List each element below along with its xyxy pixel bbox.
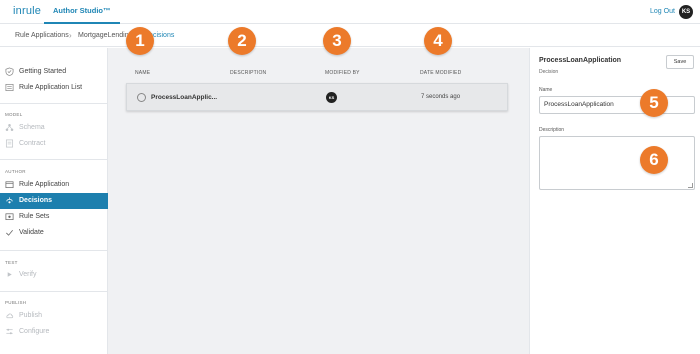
sidebar-item-label: Verify <box>19 271 37 278</box>
rule-app-icon <box>5 181 14 189</box>
author-studio-tab[interactable]: Author Studio™ <box>44 0 120 24</box>
sidebar-item-label: Configure <box>19 328 50 335</box>
decision-name-cell: ProcessLoanApplic... <box>151 94 218 101</box>
date-modified-cell: 7 seconds ago <box>421 94 461 100</box>
panel-title: ProcessLoanApplication <box>539 57 622 64</box>
contract-icon <box>5 139 14 148</box>
breadcrumb-separator-icon: › <box>69 31 72 40</box>
sidebar-section-heading: MODEL <box>5 112 23 117</box>
modified-by-avatar: KS <box>326 92 337 103</box>
sidebar-item-verify: Verify <box>0 267 108 283</box>
sidebar-section-heading: TEST <box>5 260 18 265</box>
callout-badge-5: 5 <box>640 89 668 117</box>
configure-icon <box>6 328 13 335</box>
column-header-description[interactable]: DESCRIPTION <box>230 70 266 76</box>
breadcrumb-rule-applications[interactable]: Rule Applications <box>15 32 69 39</box>
rule-sets-icon <box>5 213 14 221</box>
decision-icon <box>6 197 13 204</box>
sidebar-item-label: Getting Started <box>19 68 67 75</box>
decision-icon <box>137 93 146 102</box>
name-input[interactable]: ProcessLoanApplication <box>539 96 695 114</box>
user-avatar[interactable]: KS <box>679 5 693 19</box>
sidebar: Getting Started Rule Application List MO… <box>0 48 108 354</box>
schema-icon <box>5 123 14 132</box>
sidebar-item-getting-started[interactable]: Getting Started <box>0 64 108 80</box>
sidebar-item-label: Decisions <box>19 197 53 204</box>
sidebar-item-rule-sets[interactable]: Rule Sets <box>0 209 108 225</box>
column-header-date-modified[interactable]: DATE MODIFIED <box>420 70 461 76</box>
sidebar-item-label: Rule Application List <box>19 84 83 91</box>
callout-badge-3: 3 <box>323 27 351 55</box>
top-bar: inrule Author Studio™ Log Out KS <box>0 0 700 24</box>
callout-badge-4: 4 <box>424 27 452 55</box>
cloud-icon <box>6 313 14 319</box>
sidebar-item-label: Contract <box>19 140 46 147</box>
play-icon <box>7 272 12 277</box>
table-row[interactable]: ProcessLoanApplic... KS 7 seconds ago <box>126 83 508 111</box>
sidebar-section-heading: AUTHOR <box>5 169 26 174</box>
sidebar-item-label: Validate <box>19 229 44 236</box>
save-button[interactable]: Save <box>666 55 694 69</box>
sidebar-divider <box>0 159 108 160</box>
sidebar-item-label: Publish <box>19 312 42 319</box>
decisions-list-area: NAME DESCRIPTION MODIFIED BY DATE MODIFI… <box>108 48 529 354</box>
resize-handle-icon[interactable] <box>688 183 693 188</box>
description-textarea[interactable] <box>539 136 695 190</box>
sidebar-divider <box>0 103 108 104</box>
callout-badge-1: 1 <box>126 27 154 55</box>
properties-panel: ProcessLoanApplication Decision Save Nam… <box>529 48 700 354</box>
inrule-logo[interactable]: inrule <box>13 5 41 17</box>
description-field-label: Description <box>539 127 565 133</box>
check-icon <box>6 229 13 236</box>
sidebar-section-heading: PUBLISH <box>5 300 27 305</box>
sidebar-item-schema: Schema <box>0 120 108 136</box>
sidebar-item-decisions[interactable]: Decisions <box>0 193 108 209</box>
callout-badge-6: 6 <box>640 146 668 174</box>
breadcrumb-mortgagelending[interactable]: MortgageLending <box>78 32 133 39</box>
sidebar-item-validate[interactable]: Validate <box>0 225 108 241</box>
sidebar-item-publish: Publish <box>0 308 108 324</box>
sidebar-item-label: Rule Sets <box>19 213 50 220</box>
shield-check-icon <box>5 67 14 76</box>
panel-subtitle: Decision <box>539 69 559 75</box>
sidebar-item-contract: Contract <box>0 136 108 152</box>
sidebar-divider <box>0 291 108 292</box>
sidebar-divider <box>0 250 108 251</box>
sidebar-item-rule-application-list[interactable]: Rule Application List <box>0 80 108 96</box>
sidebar-item-label: Rule Application <box>19 181 70 188</box>
name-field-label: Name <box>539 87 553 93</box>
sidebar-item-label: Schema <box>19 124 45 131</box>
list-icon <box>5 83 14 92</box>
logout-link[interactable]: Log Out <box>650 8 675 15</box>
sidebar-item-configure: Configure <box>0 324 108 340</box>
column-header-name[interactable]: NAME <box>135 70 150 76</box>
column-header-modified-by[interactable]: MODIFIED BY <box>325 70 360 76</box>
callout-badge-2: 2 <box>228 27 256 55</box>
sidebar-item-rule-application[interactable]: Rule Application <box>0 177 108 193</box>
